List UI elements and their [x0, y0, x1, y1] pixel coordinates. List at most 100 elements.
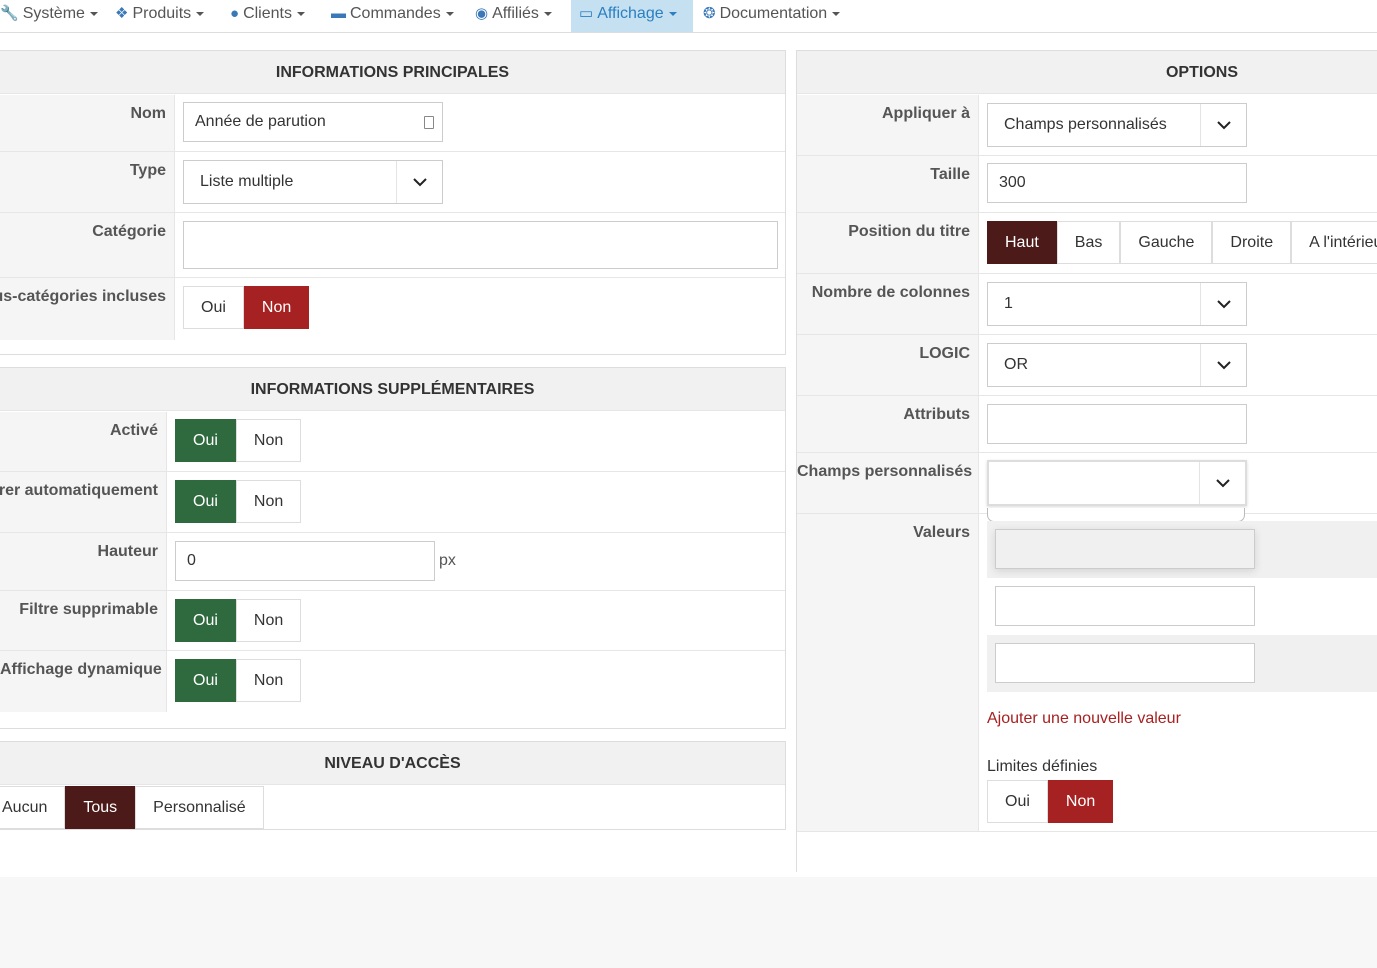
- access-aucun-button[interactable]: Aucun: [0, 786, 66, 829]
- access-toggle: Aucun Tous Personnalisé: [0, 786, 264, 829]
- field-label: Type: [0, 152, 175, 212]
- type-select[interactable]: Liste multiple: [183, 160, 443, 204]
- champs-select[interactable]: [987, 460, 1247, 506]
- field-label: Nombre de colonnes: [797, 274, 979, 334]
- valeur-input[interactable]: [995, 529, 1255, 569]
- filtre-oui-button[interactable]: Oui: [175, 599, 236, 642]
- nav-affichage[interactable]: ▭ Affichage: [571, 0, 693, 32]
- panel-title: OPTIONS: [797, 51, 1377, 94]
- hauteur-unit: px: [439, 552, 456, 569]
- row-souscategories: Sous-catégories incluses Oui Non: [0, 278, 785, 340]
- colonnes-value: 1: [1004, 295, 1013, 312]
- nav-label: Affiliés: [492, 5, 539, 22]
- hauteur-value: 0: [187, 552, 196, 569]
- logic-select[interactable]: OR: [987, 343, 1247, 387]
- nav-label: Système: [22, 5, 85, 22]
- limites-label: Limites définies: [987, 758, 1098, 775]
- row-categorie: Catégorie: [0, 213, 785, 278]
- field-label: Appliquer à: [797, 95, 979, 155]
- valeur-input[interactable]: [995, 586, 1255, 626]
- valeur-row: [987, 635, 1377, 692]
- dyn-toggle: Oui Non: [175, 659, 302, 702]
- access-personnalise-button[interactable]: Personnalisé: [135, 786, 264, 829]
- top-navigation: 🔧 Système ❖ Produits ● Clients ▬ Commandes ◉…: [0, 0, 1377, 33]
- souscat-non-button[interactable]: Non: [243, 286, 310, 329]
- active-non-button[interactable]: Non: [235, 419, 302, 462]
- colonnes-select[interactable]: 1: [987, 282, 1247, 326]
- position-bas-button[interactable]: Bas: [1056, 221, 1121, 264]
- limites-non-button[interactable]: Non: [1047, 780, 1114, 823]
- chevron-down-icon: [1200, 344, 1246, 386]
- souscat-toggle: Oui Non: [183, 286, 310, 329]
- position-haut-button[interactable]: Haut: [987, 221, 1057, 264]
- field-label: Position du titre: [797, 213, 979, 273]
- nom-input[interactable]: Année de parution: [183, 102, 443, 142]
- attributs-input[interactable]: [987, 404, 1247, 444]
- dyn-non-button[interactable]: Non: [235, 659, 302, 702]
- users-icon: ◉: [475, 5, 489, 22]
- taille-input[interactable]: 300: [987, 163, 1247, 203]
- row-filtrer: Filtrer automatiquement Oui Non: [0, 472, 785, 533]
- field-label: Affichage dynamique: [0, 651, 167, 712]
- valeur-input[interactable]: [995, 643, 1255, 683]
- options-footer: [797, 831, 1377, 872]
- user-icon: ●: [230, 5, 240, 22]
- row-type: Type Liste multiple: [0, 152, 785, 213]
- chevron-down-icon: [396, 161, 442, 203]
- nav-label: Affichage: [597, 5, 664, 22]
- categorie-input[interactable]: [183, 221, 778, 269]
- chevron-down-icon: [1200, 283, 1246, 325]
- caret-down-icon: [89, 11, 98, 16]
- options-panel: OPTIONS Appliquer à Champs personnalisés…: [796, 50, 1377, 872]
- field-label: Hauteur: [0, 533, 167, 590]
- field-label: Activé: [0, 412, 167, 471]
- row-filtre-supprimable: Filtre supprimable Oui Non: [0, 591, 785, 651]
- active-toggle: Oui Non: [175, 419, 302, 462]
- panel-title: INFORMATIONS SUPPLÉMENTAIRES: [0, 368, 785, 411]
- nav-label: Documentation: [719, 5, 828, 22]
- position-gauche-button[interactable]: Gauche: [1120, 221, 1213, 264]
- type-value: Liste multiple: [200, 173, 294, 190]
- filtrer-non-button[interactable]: Non: [235, 480, 302, 523]
- position-interieur-button[interactable]: A l'intérieur: [1291, 221, 1377, 264]
- access-tous-button[interactable]: Tous: [65, 786, 136, 829]
- panel-title: INFORMATIONS PRINCIPALES: [0, 51, 785, 94]
- valeur-row: [987, 578, 1377, 635]
- wrench-icon: 🔧: [0, 5, 19, 22]
- filtrer-toggle: Oui Non: [175, 480, 302, 523]
- chevron-down-icon: [1199, 462, 1245, 504]
- field-label: LOGIC: [797, 335, 979, 395]
- chevron-down-icon: [1200, 104, 1246, 146]
- field-label: Valeurs: [797, 514, 979, 832]
- filtre-non-button[interactable]: Non: [235, 599, 302, 642]
- position-droite-button[interactable]: Droite: [1212, 221, 1292, 264]
- nav-label: Produits: [132, 5, 192, 22]
- nav-produits[interactable]: ❖ Produits: [115, 0, 205, 32]
- filtrer-oui-button[interactable]: Oui: [175, 480, 236, 523]
- add-value-link[interactable]: Ajouter une nouvelle valeur: [987, 710, 1181, 728]
- extra-info-panel: INFORMATIONS SUPPLÉMENTAIRES Activé Oui …: [0, 367, 786, 729]
- nav-commandes[interactable]: ▬ Commandes: [331, 0, 454, 32]
- hauteur-input[interactable]: 0: [175, 541, 435, 581]
- appliquer-select[interactable]: Champs personnalisés: [987, 103, 1247, 147]
- field-label: Catégorie: [0, 213, 175, 277]
- nom-value: Année de parution: [195, 113, 326, 130]
- souscat-oui-button[interactable]: Oui: [183, 286, 244, 329]
- row-attributs: Attributs: [797, 396, 1377, 453]
- nav-affilies[interactable]: ◉ Affiliés: [475, 0, 552, 32]
- logic-value: OR: [1004, 356, 1028, 373]
- active-oui-button[interactable]: Oui: [175, 419, 236, 462]
- limites-oui-button[interactable]: Oui: [987, 780, 1048, 823]
- credit-card-icon: ▬: [331, 5, 346, 22]
- row-colonnes: Nombre de colonnes 1: [797, 274, 1377, 335]
- nav-systeme[interactable]: 🔧 Système: [0, 0, 98, 32]
- nav-clients[interactable]: ● Clients: [230, 0, 305, 32]
- life-ring-icon: ❂: [703, 5, 716, 22]
- appliquer-value: Champs personnalisés: [1004, 116, 1167, 133]
- cubes-icon: ❖: [115, 5, 129, 22]
- row-nom: Nom Année de parution: [0, 95, 785, 152]
- filtrer-label: Filtrer automatiquement: [0, 482, 158, 499]
- dyn-oui-button[interactable]: Oui: [175, 659, 236, 702]
- nav-documentation[interactable]: ❂ Documentation: [703, 0, 841, 32]
- field-label: Taille: [797, 156, 979, 212]
